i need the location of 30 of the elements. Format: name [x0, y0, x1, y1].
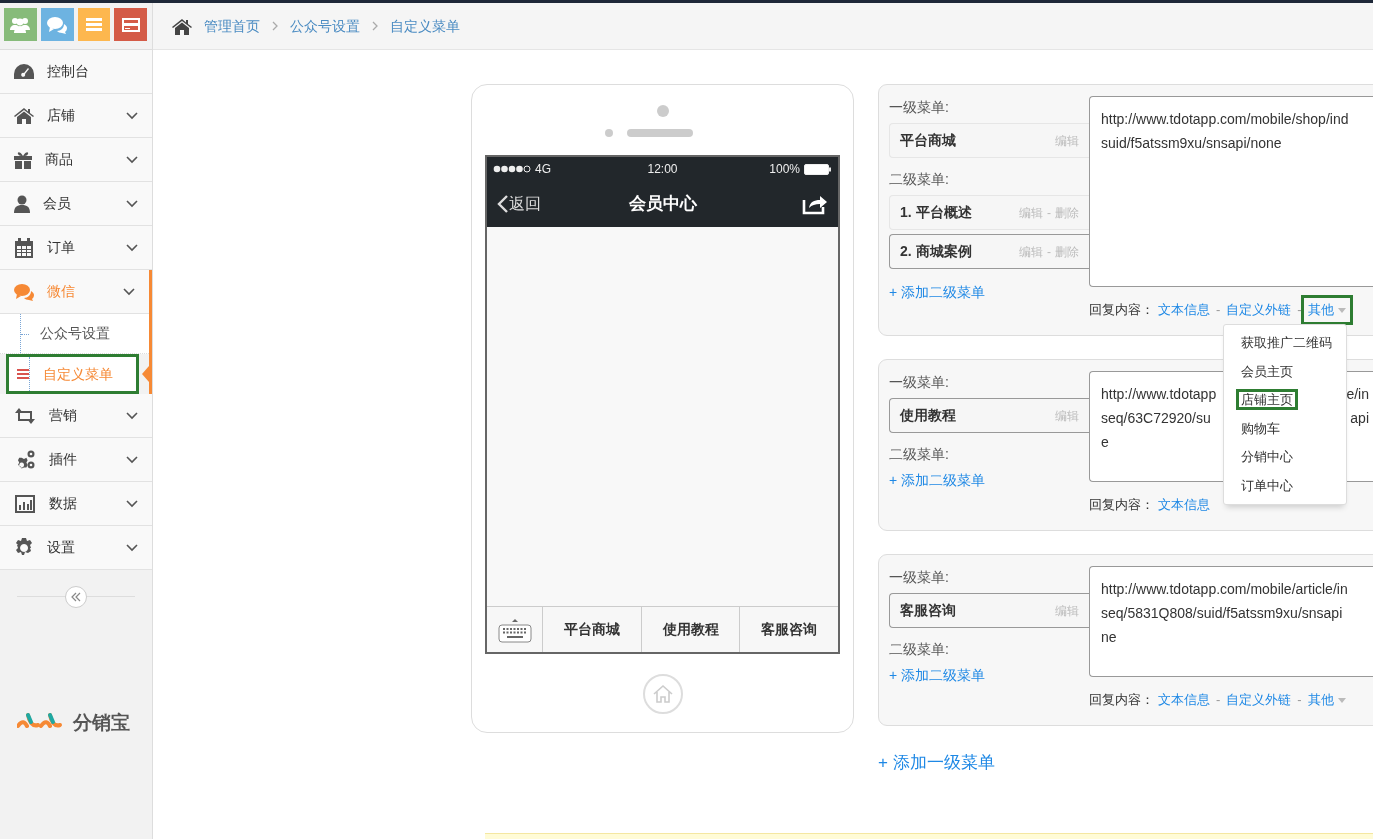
url-text: http://www.tdotapp.com/mobile/article/in — [1101, 580, 1348, 599]
battery-text: 100% — [769, 161, 800, 178]
url-text: ne — [1101, 628, 1117, 647]
url-text: suid/f5atssm9xu/snsapi/none — [1101, 134, 1282, 153]
field-label: 二级菜单: — [889, 445, 950, 464]
separator-text: - — [1216, 301, 1221, 320]
separator-text: - — [1047, 204, 1051, 222]
field-label: 一级菜单: — [889, 373, 950, 392]
reply-label: 回复内容： — [1089, 496, 1154, 515]
url-text: e — [1101, 433, 1109, 452]
reply-label: 回复内容： — [1089, 691, 1154, 710]
screen-title: 会员中心 — [628, 193, 697, 216]
separator-text: - — [1297, 691, 1302, 710]
brand-name: 分销宝 — [73, 711, 130, 735]
carrier-text: 4G — [535, 161, 551, 178]
url-text: seq/63C72920/su — [1101, 409, 1211, 428]
field-label: 一级菜单: — [889, 98, 950, 117]
separator-text: - — [1297, 301, 1302, 320]
url-text: http://www.tdotapp.com/mobile/shop/ind — [1101, 110, 1349, 129]
url-text: api — [1350, 409, 1369, 428]
separator-text: - — [1216, 691, 1221, 710]
field-label: 一级菜单: — [889, 568, 950, 587]
url-text: http://www.tdotapp — [1101, 385, 1217, 404]
field-label: 二级菜单: — [889, 640, 950, 659]
url-text: e/in — [1346, 385, 1369, 404]
field-label: 二级菜单: — [889, 170, 950, 189]
separator-text: - — [1047, 243, 1051, 261]
status-time: 12:00 — [647, 161, 678, 178]
url-text: seq/5831Q808/suid/f5atssm9xu/snsapi — [1101, 604, 1343, 623]
reply-label: 回复内容： — [1089, 301, 1154, 320]
